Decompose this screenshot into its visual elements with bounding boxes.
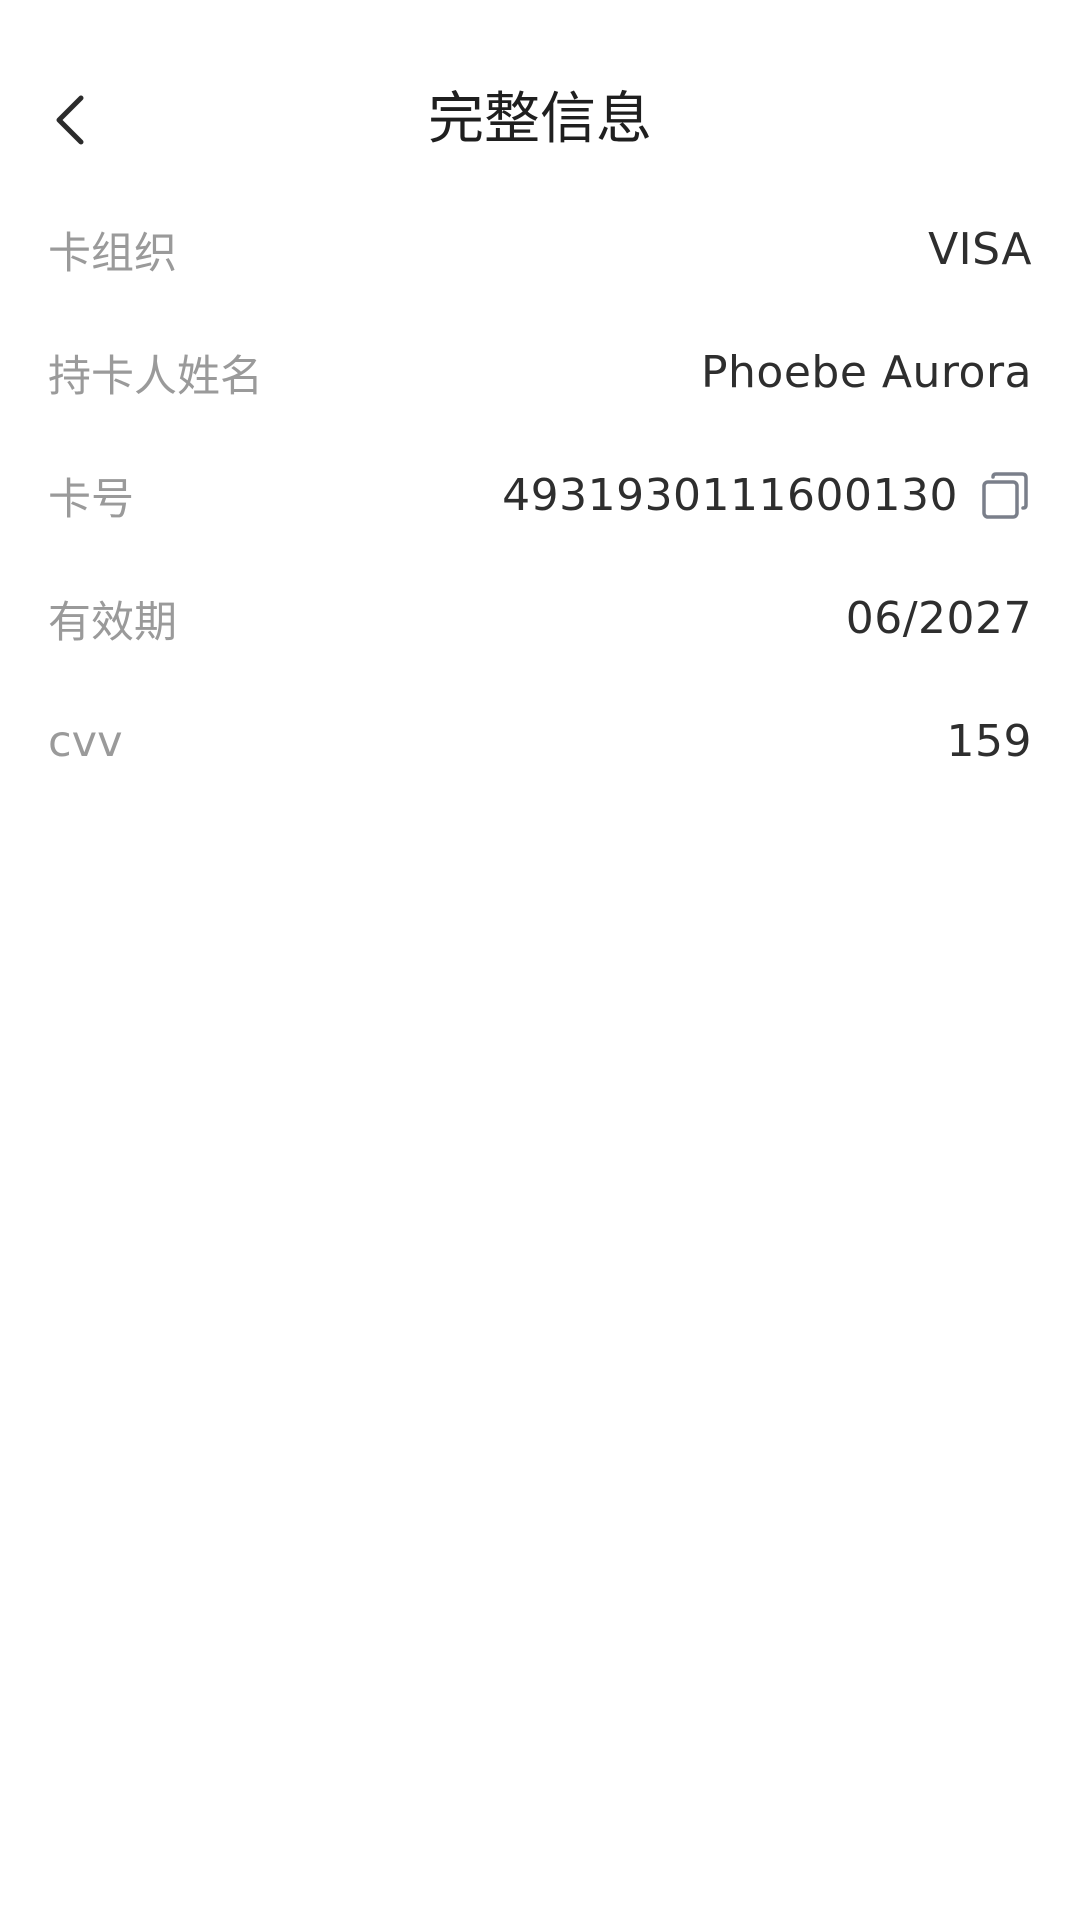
top-bar: 完整信息 [0, 60, 1080, 180]
row-expiry-date: 有效期 06/2027 [0, 557, 1080, 680]
cvv-value-wrap: 159 [947, 716, 1032, 767]
card-number-value-wrap: 4931930111600130 [502, 469, 1032, 523]
expiry-date-label: 有效期 [48, 597, 177, 648]
cvv-label: cvv [48, 716, 123, 767]
cvv-value: 159 [946, 716, 1032, 767]
copy-card-number-button[interactable] [978, 469, 1032, 523]
card-number-value: 4931930111600130 [502, 470, 958, 521]
card-network-label: 卡组织 [48, 228, 177, 279]
cardholder-name-value: Phoebe Aurora [701, 347, 1032, 398]
copy-icon [982, 471, 1028, 519]
expiry-date-value: 06/2027 [845, 593, 1032, 644]
expiry-date-value-wrap: 06/2027 [846, 593, 1032, 644]
cardholder-name-label: 持卡人姓名 [48, 351, 263, 402]
row-card-network: 卡组织 VISA [0, 188, 1080, 311]
page-title: 完整信息 [428, 87, 652, 152]
cardholder-name-value-wrap: Phoebe Aurora [701, 347, 1032, 398]
card-info-list: 卡组织 VISA 持卡人姓名 Phoebe Aurora 卡号 49319301… [0, 188, 1080, 803]
card-network-value-wrap: VISA [928, 224, 1032, 275]
card-number-label: 卡号 [48, 474, 134, 525]
row-cardholder-name: 持卡人姓名 Phoebe Aurora [0, 311, 1080, 434]
card-network-value: VISA [928, 224, 1032, 275]
row-card-number: 卡号 4931930111600130 [0, 434, 1080, 557]
row-cvv: cvv 159 [0, 680, 1080, 803]
